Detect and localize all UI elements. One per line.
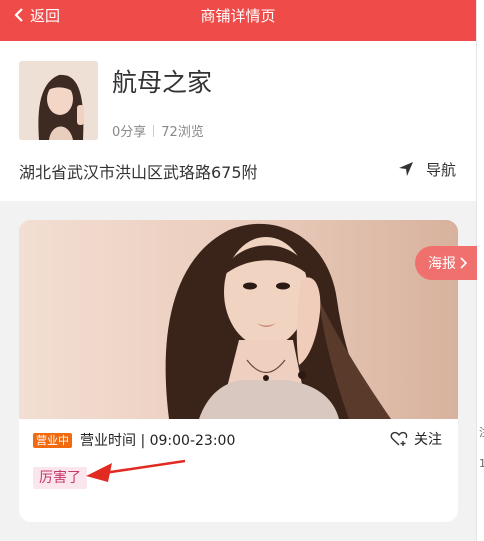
top-bar: 返回 商铺详情页 [0, 0, 476, 41]
portrait-photo-icon [19, 61, 98, 140]
navigate-button[interactable]: 导航 [398, 157, 456, 181]
open-status-badge: 营业中 [33, 433, 72, 448]
business-hours: 营业时间 | 09:00-23:00 [80, 433, 236, 449]
view-count: 72浏览 [161, 125, 204, 140]
right-edge-panel: 注 1 [476, 0, 484, 541]
poster-button[interactable]: 海报 [415, 246, 477, 280]
edge-mark: 1 [479, 457, 484, 470]
chevron-right-icon [460, 257, 468, 269]
shop-avatar[interactable] [19, 61, 98, 140]
poster-label: 海报 [428, 256, 456, 272]
navigate-label: 导航 [426, 160, 457, 179]
shop-photo-card: 营业中 营业时间 | 09:00-23:00 关注 厉害了 [19, 220, 458, 522]
page-title: 商铺详情页 [200, 6, 276, 25]
follow-button[interactable]: 关注 [390, 429, 442, 449]
shop-address: 湖北省武汉市洪山区武珞路675附 [19, 163, 258, 182]
navigation-arrow-icon [399, 162, 413, 176]
heart-plus-icon [390, 431, 408, 446]
shop-photo[interactable] [19, 220, 458, 419]
stats-divider [153, 124, 155, 137]
shop-name: 航母之家 [112, 68, 213, 97]
follow-label: 关注 [414, 432, 442, 448]
portrait-photo-icon [19, 220, 458, 419]
shop-stats: 0分享 72浏览 [112, 121, 204, 140]
shop-tag[interactable]: 厉害了 [33, 467, 87, 489]
edge-mark: 注 [479, 424, 484, 440]
share-count: 0分享 [112, 125, 147, 140]
shop-info-card: 航母之家 0分享 72浏览 湖北省武汉市洪山区武珞路675附 导航 [0, 41, 476, 201]
